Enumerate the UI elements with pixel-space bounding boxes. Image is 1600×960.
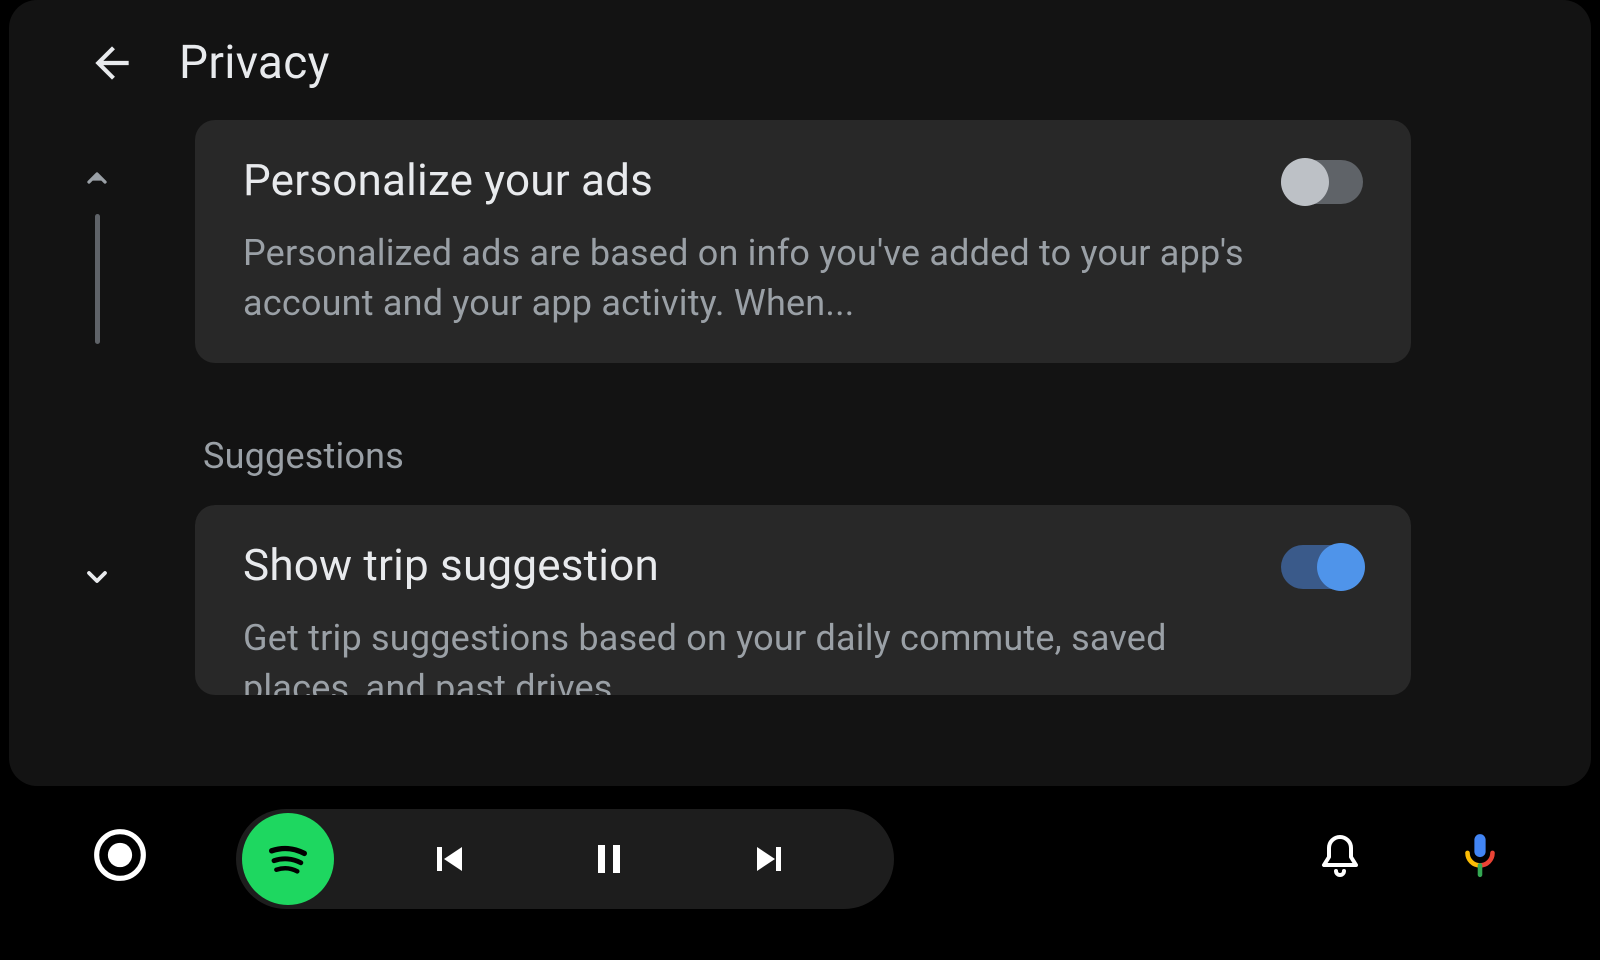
arrow-left-icon — [87, 38, 137, 88]
trip-suggestion-title: Show trip suggestion — [243, 539, 1251, 591]
section-label-suggestions: Suggestions — [195, 383, 1411, 505]
pause-icon — [585, 835, 633, 883]
spotify-icon — [260, 831, 316, 887]
settings-list: Personalize your ads Personalized ads ar… — [125, 110, 1591, 695]
personalize-ads-desc: Personalized ads are based on info you'v… — [243, 228, 1251, 329]
home-button[interactable] — [84, 819, 156, 891]
page-title: Privacy — [179, 36, 330, 90]
skip-previous-icon — [425, 835, 473, 883]
circle-home-icon — [92, 827, 148, 883]
assistant-mic-button[interactable] — [1440, 815, 1520, 895]
media-controls — [236, 809, 894, 909]
scroll-up-button[interactable] — [79, 160, 115, 196]
scroll-indicator — [69, 110, 125, 695]
chevron-up-icon — [81, 162, 113, 194]
notifications-button[interactable] — [1300, 815, 1380, 895]
google-mic-icon — [1455, 830, 1505, 880]
trip-suggestion-desc: Get trip suggestions based on your daily… — [243, 613, 1251, 695]
chevron-down-icon — [81, 561, 113, 593]
personalize-ads-title: Personalize your ads — [243, 154, 1251, 206]
bottom-bar — [0, 786, 1600, 946]
scroll-track[interactable] — [95, 214, 100, 344]
pause-button[interactable] — [534, 814, 684, 904]
next-track-button[interactable] — [694, 814, 844, 904]
bell-icon — [1316, 831, 1364, 879]
back-button[interactable] — [85, 36, 139, 90]
personalize-ads-toggle[interactable] — [1281, 160, 1363, 204]
trip-suggestion-toggle[interactable] — [1281, 545, 1363, 589]
skip-next-icon — [745, 835, 793, 883]
scroll-down-button[interactable] — [79, 559, 115, 595]
spotify-button[interactable] — [242, 813, 334, 905]
trip-suggestion-row[interactable]: Show trip suggestion Get trip suggestion… — [195, 505, 1411, 695]
previous-track-button[interactable] — [374, 814, 524, 904]
header: Privacy — [9, 0, 1591, 110]
personalize-ads-row[interactable]: Personalize your ads Personalized ads ar… — [195, 120, 1411, 363]
